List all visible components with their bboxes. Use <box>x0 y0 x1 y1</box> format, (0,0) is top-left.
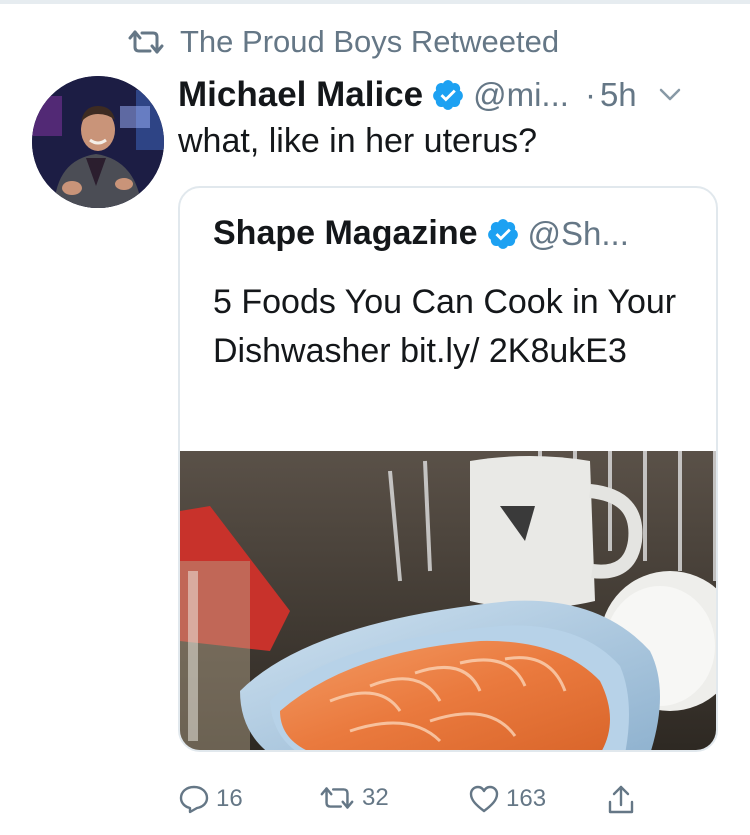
quoted-tweet-text: 5 Foods You Can Cook in Your Dishwasher … <box>213 283 677 370</box>
tweet-timestamp[interactable]: 5h <box>600 76 637 114</box>
share-icon <box>608 785 634 814</box>
like-count: 163 <box>506 785 547 812</box>
separator-dot: · <box>584 76 596 113</box>
retweet-banner-text: The Proud Boys Retweeted <box>180 24 560 59</box>
retweet-count: 32 <box>362 784 389 811</box>
share-button[interactable] <box>606 784 642 816</box>
retweet-banner[interactable]: The Proud Boys Retweeted <box>126 22 559 62</box>
heart-icon <box>469 785 499 813</box>
reply-count: 16 <box>216 785 243 812</box>
retweet-icon <box>320 787 354 809</box>
tweet-actions: 16 32 163 <box>178 784 658 820</box>
retweet-icon <box>126 27 170 57</box>
retweet-button[interactable]: 32 <box>318 784 389 812</box>
reply-button[interactable]: 16 <box>178 784 243 814</box>
tweet-header: Michael Malice @mi... · 5h <box>178 72 738 118</box>
avatar-photo <box>32 76 164 208</box>
verified-badge-icon <box>486 217 520 251</box>
author-handle[interactable]: @mi... <box>473 76 569 114</box>
author-name[interactable]: Michael Malice <box>178 75 423 115</box>
tweet-text: what, like in her uterus? <box>178 122 538 160</box>
like-button[interactable]: 163 <box>468 784 546 814</box>
top-divider <box>0 0 750 4</box>
quoted-author-name: Shape Magazine <box>213 214 478 252</box>
quoted-author-handle: @Sh... <box>527 214 629 252</box>
salmon-in-dishwasher-image[interactable] <box>180 451 718 752</box>
quoted-tweet-header: Shape Magazine @Sh... <box>213 214 629 253</box>
chevron-down-icon[interactable] <box>659 88 681 102</box>
avatar[interactable] <box>32 76 164 208</box>
quoted-tweet-card[interactable]: Shape Magazine @Sh... 5 Foods You Can Co… <box>178 186 718 752</box>
reply-icon <box>179 785 209 814</box>
verified-badge-icon <box>431 78 465 112</box>
